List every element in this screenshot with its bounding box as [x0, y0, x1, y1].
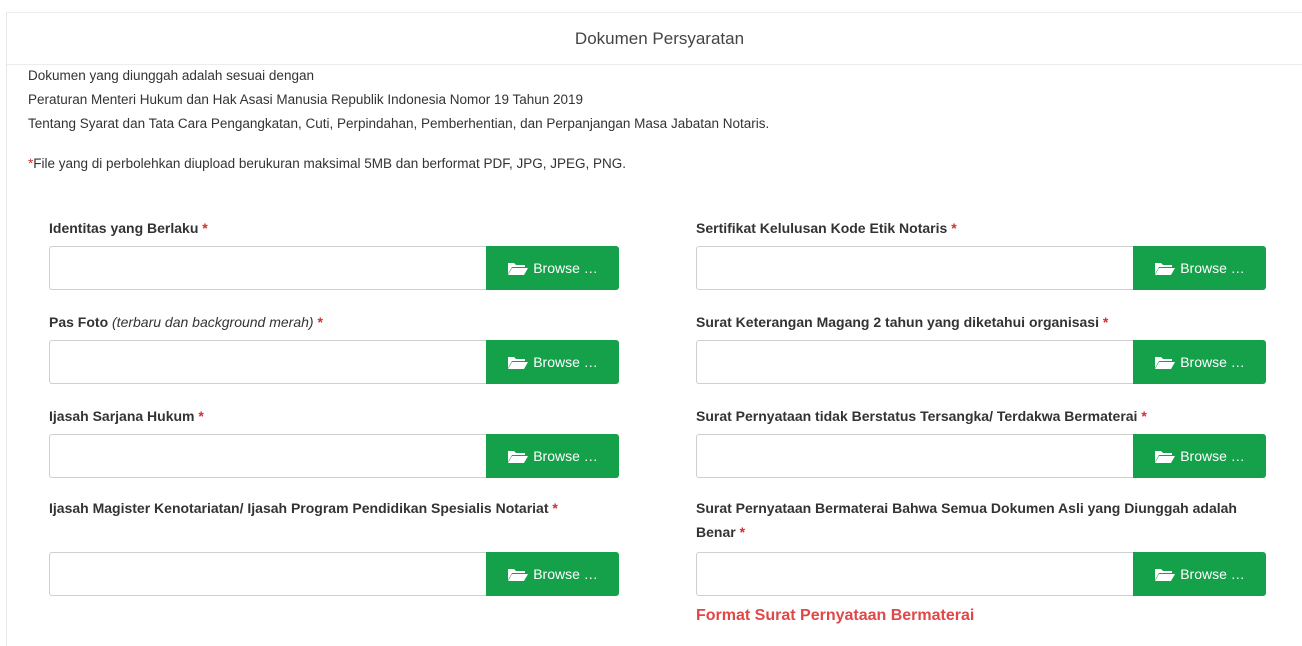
- field-label: Ijasah Magister Kenotariatan/ Ijasah Pro…: [49, 496, 594, 520]
- browse-label: Browse …: [1180, 448, 1245, 464]
- field-label: Identitas yang Berlaku *: [49, 216, 619, 240]
- browse-label: Browse …: [1180, 566, 1245, 582]
- upload-surat-magang: Browse …: [696, 340, 1266, 384]
- field-label: Surat Pernyataan tidak Berstatus Tersang…: [696, 404, 1266, 428]
- panel-header: Dokumen Persyaratan: [7, 13, 1302, 65]
- field-label: Ijasah Sarjana Hukum *: [49, 404, 619, 428]
- field-label-text: Ijasah Sarjana Hukum: [49, 408, 195, 424]
- upload-identitas: Browse …: [49, 246, 619, 290]
- field-label: Pas Foto (terbaru dan background merah) …: [49, 310, 619, 334]
- upload-ijasah-magister: Browse …: [49, 552, 619, 596]
- browse-label: Browse …: [1180, 260, 1245, 276]
- field-identitas: Identitas yang Berlaku *: [49, 216, 619, 240]
- browse-button-surat-dokumen-asli[interactable]: Browse …: [1133, 552, 1266, 596]
- note-text: File yang di perbolehkan diupload beruku…: [33, 156, 627, 171]
- intro-line-1: Dokumen yang diunggah adalah sesuai deng…: [28, 68, 314, 83]
- folder-open-icon: [508, 263, 529, 275]
- field-label: Sertifikat Kelulusan Kode Etik Notaris *: [696, 216, 1266, 240]
- required-mark: *: [951, 220, 957, 236]
- intro-text: Dokumen yang diunggah adalah sesuai deng…: [28, 64, 769, 136]
- folder-open-icon: [1155, 263, 1176, 275]
- folder-open-icon: [1155, 357, 1176, 369]
- folder-open-icon: [1155, 451, 1176, 463]
- browse-label: Browse …: [1180, 354, 1245, 370]
- folder-open-icon: [508, 569, 529, 581]
- browse-button-ijasah-magister[interactable]: Browse …: [486, 552, 619, 596]
- folder-open-icon: [508, 357, 529, 369]
- field-label-text: Surat Keterangan Magang 2 tahun yang dik…: [696, 314, 1099, 330]
- file-input-surat-magang[interactable]: [696, 340, 1133, 384]
- required-mark: *: [1102, 314, 1109, 330]
- browse-button-ijasah-sarjana[interactable]: Browse …: [486, 434, 619, 478]
- required-mark: *: [1141, 408, 1147, 424]
- field-ijasah-sarjana: Ijasah Sarjana Hukum *: [49, 404, 619, 428]
- field-ijasah-magister: Ijasah Magister Kenotariatan/ Ijasah Pro…: [49, 496, 594, 520]
- file-input-surat-tersangka[interactable]: [696, 434, 1133, 478]
- browse-label: Browse …: [533, 448, 598, 464]
- browse-button-sertifikat-kode-etik[interactable]: Browse …: [1133, 246, 1266, 290]
- field-label-text: Surat Pernyataan Bermaterai Bahwa Semua …: [696, 500, 1237, 540]
- upload-pas-foto: Browse …: [49, 340, 619, 384]
- panel-title: Dokumen Persyaratan: [574, 28, 745, 48]
- browse-label: Browse …: [533, 566, 598, 582]
- folder-open-icon: [508, 451, 529, 463]
- file-input-ijasah-magister[interactable]: [49, 552, 486, 596]
- required-mark: *: [317, 314, 323, 330]
- folder-open-icon: [1155, 569, 1176, 581]
- file-input-sertifikat-kode-etik[interactable]: [696, 246, 1133, 290]
- field-surat-magang: Surat Keterangan Magang 2 tahun yang dik…: [696, 310, 1266, 334]
- intro-line-2: Peraturan Menteri Hukum dan Hak Asasi Ma…: [28, 92, 584, 107]
- required-mark: *: [552, 500, 558, 516]
- upload-ijasah-sarjana: Browse …: [49, 434, 619, 478]
- browse-button-surat-tersangka[interactable]: Browse …: [1133, 434, 1266, 478]
- upload-surat-dokumen-asli: Browse …: [696, 552, 1266, 596]
- file-note: *File yang di perbolehkan diupload beruk…: [28, 156, 626, 171]
- upload-sertifikat-kode-etik: Browse …: [696, 246, 1266, 290]
- field-pas-foto: Pas Foto (terbaru dan background merah) …: [49, 310, 619, 334]
- browse-label: Browse …: [533, 260, 598, 276]
- file-input-surat-dokumen-asli[interactable]: [696, 552, 1133, 596]
- field-label: Surat Keterangan Magang 2 tahun yang dik…: [696, 310, 1266, 334]
- field-label-text: Pas Foto: [49, 314, 109, 330]
- field-surat-tersangka: Surat Pernyataan tidak Berstatus Tersang…: [696, 404, 1266, 428]
- file-input-pas-foto[interactable]: [49, 340, 486, 384]
- required-mark: *: [198, 408, 204, 424]
- browse-button-surat-magang[interactable]: Browse …: [1133, 340, 1266, 384]
- browse-label: Browse …: [533, 354, 598, 370]
- field-label-text: Identitas yang Berlaku: [49, 220, 199, 236]
- required-mark: *: [202, 220, 208, 236]
- field-label-text: Ijasah Magister Kenotariatan/ Ijasah Pro…: [49, 500, 549, 516]
- required-mark: *: [739, 524, 746, 540]
- browse-button-pas-foto[interactable]: Browse …: [486, 340, 619, 384]
- field-sertifikat-kode-etik: Sertifikat Kelulusan Kode Etik Notaris *: [696, 216, 1266, 240]
- field-label-text: Surat Pernyataan tidak Berstatus Tersang…: [696, 408, 1138, 424]
- field-hint: (terbaru dan background merah): [112, 314, 314, 330]
- field-label-text: Sertifikat Kelulusan Kode Etik Notaris: [696, 220, 948, 236]
- upload-surat-tersangka: Browse …: [696, 434, 1266, 478]
- file-input-ijasah-sarjana[interactable]: [49, 434, 486, 478]
- format-surat-link[interactable]: Format Surat Pernyataan Bermaterai: [696, 607, 974, 625]
- field-label: Surat Pernyataan Bermaterai Bahwa Semua …: [696, 496, 1266, 544]
- intro-line-3: Tentang Syarat dan Tata Cara Pengangkata…: [28, 116, 770, 131]
- browse-button-identitas[interactable]: Browse …: [486, 246, 619, 290]
- file-input-identitas[interactable]: [49, 246, 486, 290]
- field-surat-dokumen-asli: Surat Pernyataan Bermaterai Bahwa Semua …: [696, 496, 1266, 544]
